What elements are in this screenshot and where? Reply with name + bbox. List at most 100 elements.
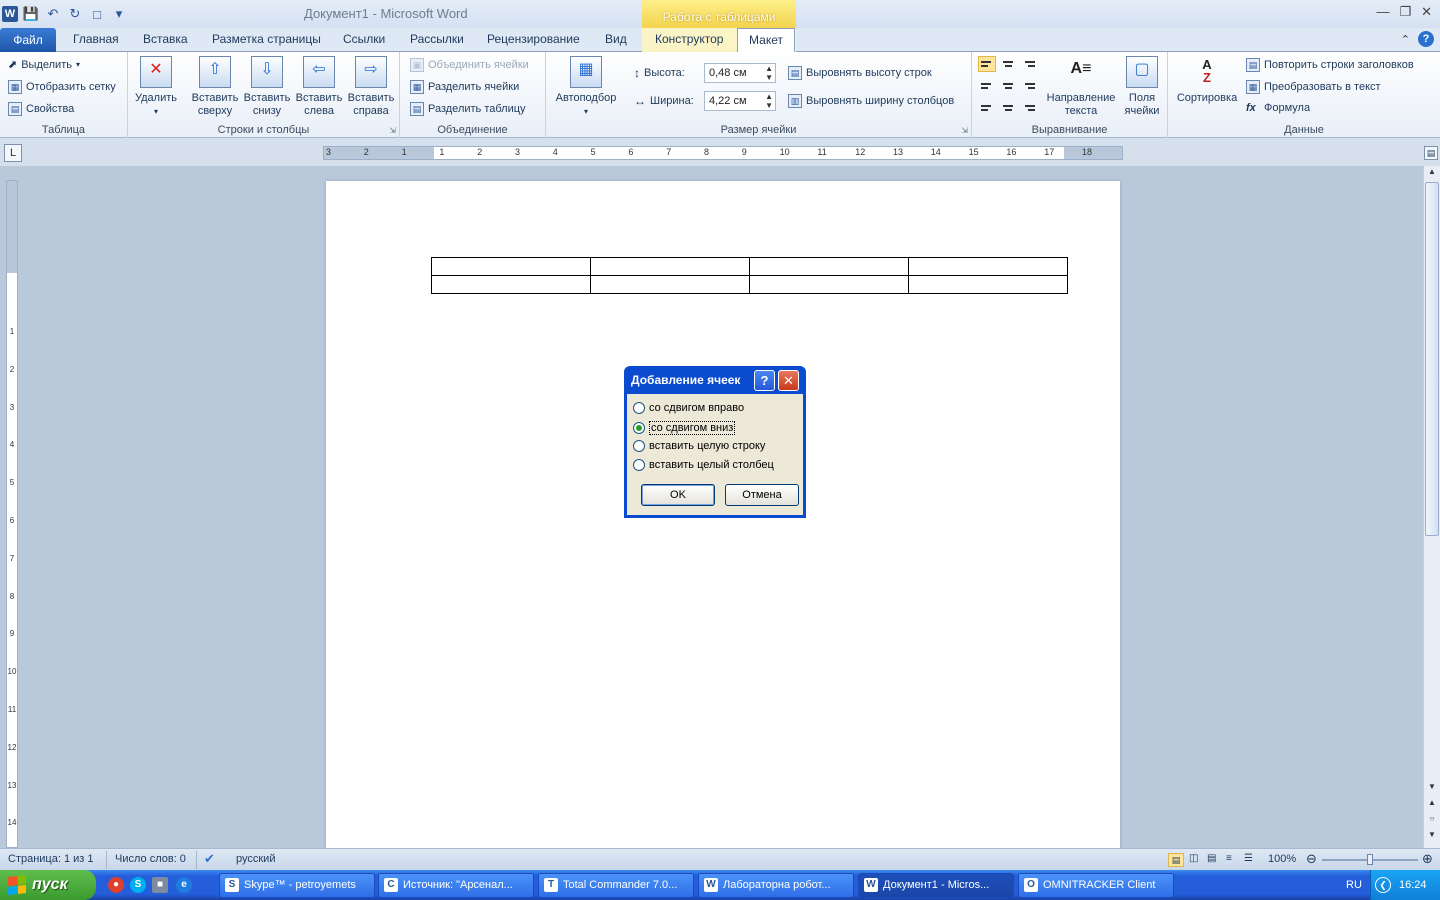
tab-view[interactable]: Вид (605, 32, 627, 46)
align-top-center-icon[interactable] (1000, 56, 1018, 72)
vertical-ruler[interactable]: 123456789101112131415 (6, 180, 18, 865)
word-logo-icon[interactable]: W (2, 6, 18, 22)
web-layout-icon[interactable]: ▤ (1207, 853, 1216, 864)
autofit-button[interactable]: ▦ Автоподбор ▾ (550, 56, 622, 118)
align-middle-left-icon[interactable] (978, 78, 996, 94)
minimize-icon[interactable]: — (1376, 4, 1389, 20)
task-skype[interactable]: S Skype™ - petroyemets (219, 873, 375, 898)
tab-insert[interactable]: Вставка (143, 32, 188, 46)
dialog-help-icon[interactable]: ? (754, 370, 775, 391)
task-total-commander[interactable]: T Total Commander 7.0... (538, 873, 694, 898)
next-page-icon[interactable]: ▼ (1424, 830, 1440, 844)
scroll-down-icon[interactable]: ▼ (1424, 782, 1440, 796)
split-table-button[interactable]: ▤ Разделить таблицу (410, 102, 526, 116)
tab-review[interactable]: Рецензирование (487, 32, 580, 46)
tab-home[interactable]: Главная (73, 32, 119, 46)
customize-qat-icon[interactable]: ▾ (110, 5, 128, 23)
help-icon[interactable]: ? (1418, 31, 1434, 47)
table-cell[interactable] (908, 257, 1068, 276)
width-input[interactable]: 4,22 см ▲ ▼ (704, 91, 776, 111)
horizontal-ruler[interactable]: 3 2 1 1 2 3 4 5 6 7 8 9 10 11 12 13 14 15 16 17 18 (323, 146, 1123, 160)
new-document-icon[interactable]: □ (88, 5, 106, 23)
ruler-toggle-icon[interactable]: ▤ (1424, 146, 1438, 160)
zoom-slider-thumb[interactable] (1367, 854, 1373, 865)
zoom-slider[interactable] (1322, 854, 1418, 865)
sort-button[interactable]: AZ Сортировка (1172, 56, 1242, 105)
table-cell[interactable] (749, 257, 909, 276)
radio-insert-column[interactable]: вставить целый столбец (633, 459, 774, 471)
tab-layout[interactable]: Макет (737, 28, 795, 53)
table-cell[interactable] (431, 257, 591, 276)
align-middle-right-icon[interactable] (1022, 78, 1040, 94)
usb-drive-icon[interactable]: ■ (152, 877, 168, 893)
dialog-launcher-icon[interactable]: ⇲ (389, 126, 396, 135)
dialog-launcher-icon[interactable]: ⇲ (961, 126, 968, 135)
zoom-out-icon[interactable]: ⊖ (1306, 851, 1317, 867)
page-count[interactable]: Страница: 1 из 1 (8, 853, 94, 865)
task-omnitracker[interactable]: O OMNITRACKER Client (1018, 873, 1174, 898)
formula-button[interactable]: fx Формула (1246, 102, 1310, 114)
insert-left-button[interactable]: ⇦ Вставить слева (294, 56, 344, 118)
tab-page-layout[interactable]: Разметка страницы (212, 32, 321, 46)
table-cell[interactable] (908, 275, 1068, 294)
convert-to-text-button[interactable]: ▦ Преобразовать в текст (1246, 80, 1381, 94)
table-cell[interactable] (431, 275, 591, 294)
language-indicator[interactable]: русский (236, 853, 275, 865)
scroll-thumb[interactable] (1425, 182, 1439, 536)
previous-page-icon[interactable]: ▲ (1424, 798, 1440, 812)
zoom-level[interactable]: 100% (1268, 853, 1296, 865)
radio-insert-row[interactable]: вставить целую строку (633, 440, 765, 452)
table-cell[interactable] (749, 275, 909, 294)
tab-references[interactable]: Ссылки (343, 32, 385, 46)
tab-file[interactable]: Файл (0, 28, 56, 52)
internet-explorer-icon[interactable]: e (176, 877, 192, 893)
align-middle-center-icon[interactable] (1000, 78, 1018, 94)
dialog-close-icon[interactable]: ✕ (778, 370, 799, 391)
redo-icon[interactable]: ↻ (66, 5, 84, 23)
close-icon[interactable]: ✕ (1421, 4, 1432, 20)
view-gridlines-button[interactable]: ▦ Отобразить сетку (8, 80, 116, 94)
align-top-left-icon[interactable] (978, 56, 996, 72)
cancel-button[interactable]: Отмена (725, 484, 799, 506)
undo-icon[interactable]: ↶ (44, 5, 62, 23)
align-bottom-right-icon[interactable] (1022, 100, 1040, 116)
tab-selector[interactable]: L (4, 144, 22, 162)
text-direction-button[interactable]: A≡ Направление текста (1044, 56, 1118, 118)
radio-shift-right[interactable]: со сдвигом вправо (633, 402, 744, 414)
spin-icon[interactable]: ▲ ▼ (765, 92, 773, 110)
print-layout-icon[interactable]: ▤ (1168, 853, 1184, 867)
draft-icon[interactable]: ☰ (1244, 853, 1253, 864)
restore-icon[interactable]: ❐ (1399, 4, 1411, 20)
table-cell[interactable] (590, 257, 750, 276)
spellcheck-icon[interactable]: ✔ (204, 851, 215, 867)
word-count[interactable]: Число слов: 0 (115, 853, 186, 865)
radio-shift-down[interactable]: со сдвигом вниз (633, 421, 736, 435)
merge-cells-button[interactable]: ▣ Объединить ячейки (410, 58, 529, 72)
save-icon[interactable]: 💾 (22, 5, 40, 23)
tray-arrow-icon[interactable]: ❮ (1375, 877, 1391, 893)
insert-right-button[interactable]: ⇨ Вставить справа (346, 56, 396, 118)
input-language[interactable]: RU (1346, 879, 1362, 891)
task-chrome[interactable]: C Источник: "Арсенал... (378, 873, 534, 898)
align-bottom-left-icon[interactable] (978, 100, 996, 116)
browse-object-icon[interactable]: ○ (1424, 814, 1440, 828)
dialog-title-bar[interactable]: Добавление ячеек ? ✕ (627, 366, 803, 394)
ok-button[interactable]: OK (641, 484, 715, 506)
select-button[interactable]: ⬈ Выделить ▾ (8, 58, 80, 72)
cell-margins-button[interactable]: ▢ Поля ячейки (1120, 56, 1164, 118)
insert-above-button[interactable]: ⇧ Вставить сверху (190, 56, 240, 118)
clock[interactable]: 16:24 (1399, 879, 1427, 891)
distribute-columns-button[interactable]: ▥ Выровнять ширину столбцов (788, 94, 954, 108)
tab-mailings[interactable]: Рассылки (410, 32, 464, 46)
chrome-icon[interactable]: ● (108, 877, 124, 893)
distribute-rows-button[interactable]: ▤ Выровнять высоту строк (788, 66, 932, 80)
spin-icon[interactable]: ▲ ▼ (765, 64, 773, 82)
minimize-ribbon-icon[interactable]: ⌃ (1401, 33, 1410, 46)
task-lab-work[interactable]: W Лабораторна робот... (698, 873, 854, 898)
scroll-up-icon[interactable]: ▲ (1424, 167, 1440, 181)
tab-design[interactable]: Конструктор (655, 32, 723, 46)
task-document1[interactable]: W Документ1 - Micros... (858, 873, 1014, 898)
repeat-header-rows-button[interactable]: ▤ Повторить строки заголовков (1246, 58, 1414, 72)
insert-below-button[interactable]: ⇩ Вставить снизу (242, 56, 292, 118)
delete-button[interactable]: ✕ Удалить ▾ (134, 56, 178, 118)
